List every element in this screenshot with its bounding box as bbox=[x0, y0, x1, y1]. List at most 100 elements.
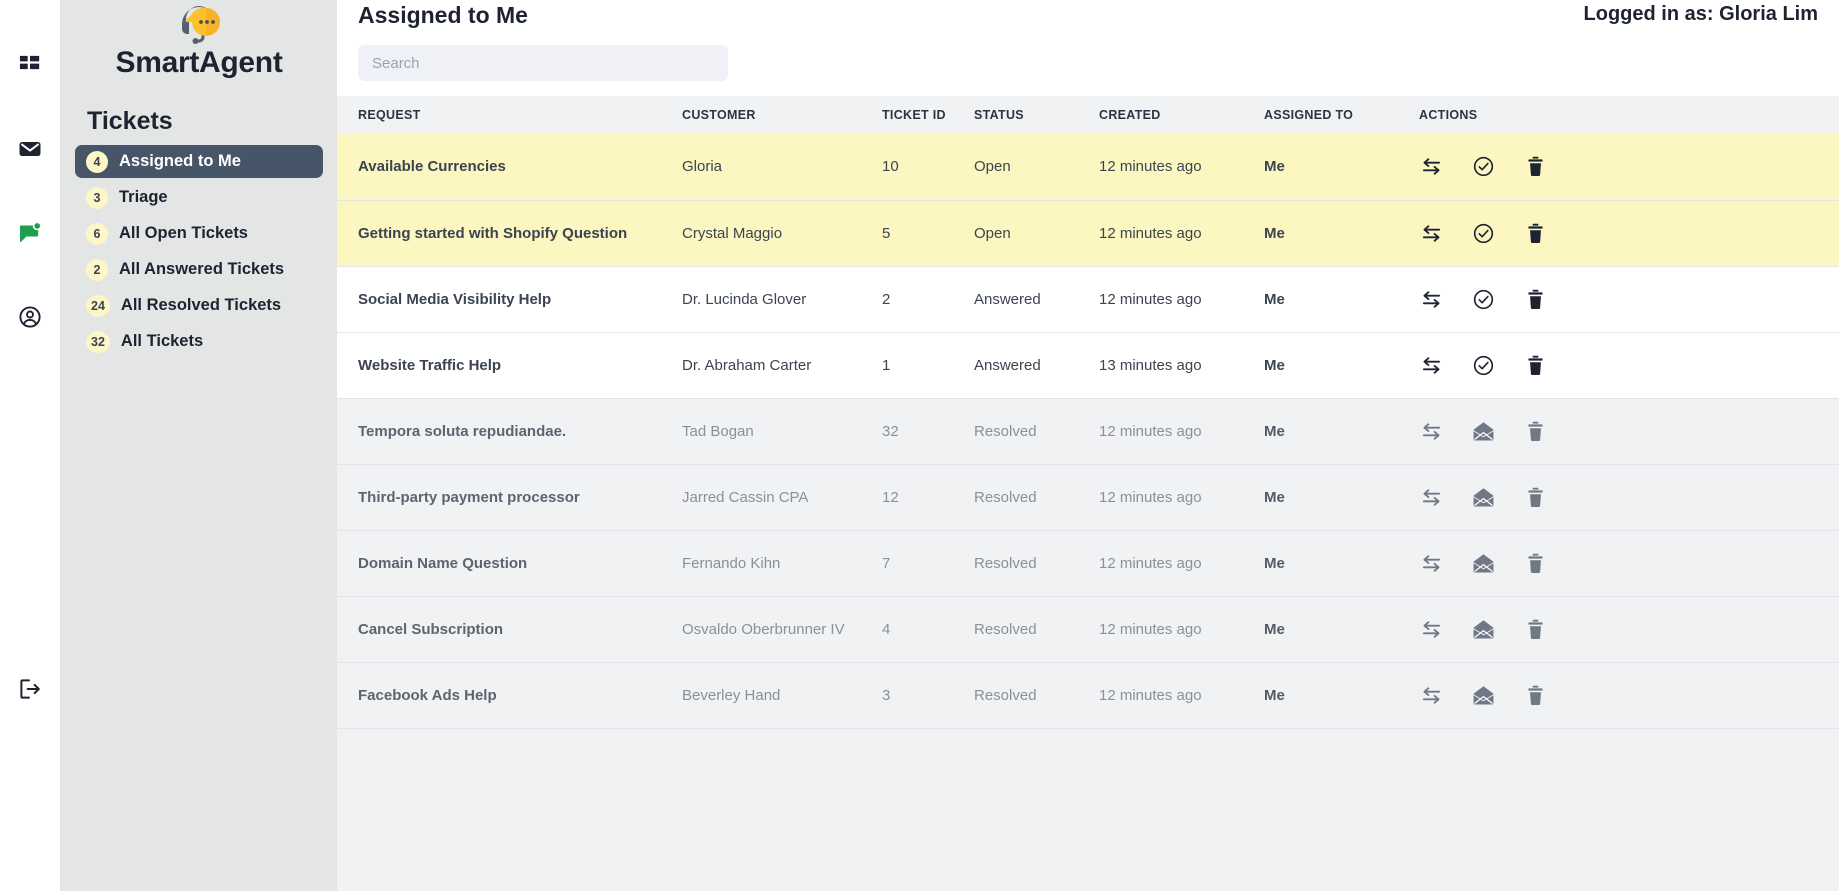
brand: SmartAgent bbox=[75, 0, 323, 80]
table-row[interactable]: Third-party payment processor Jarred Cass… bbox=[337, 464, 1839, 530]
reopen-envelope-icon[interactable] bbox=[1471, 683, 1495, 707]
tickets-table-body: Available Currencies Gloria 10 Open 12 minut… bbox=[337, 134, 1839, 891]
resolve-check-icon[interactable] bbox=[1471, 287, 1495, 311]
delete-trash-icon[interactable] bbox=[1523, 419, 1547, 443]
cell-actions bbox=[1419, 596, 1839, 662]
transfer-icon[interactable] bbox=[1419, 551, 1443, 575]
column-header-status[interactable]: STATUS bbox=[974, 96, 1099, 134]
search-input[interactable] bbox=[358, 45, 728, 81]
cell-assigned_to: Me bbox=[1264, 224, 1285, 242]
cell-created: 12 minutes ago bbox=[1099, 158, 1202, 176]
sidebar-badge-all-tickets: 32 bbox=[86, 330, 110, 353]
cell-status: Resolved bbox=[974, 422, 1037, 440]
transfer-icon[interactable] bbox=[1419, 155, 1443, 179]
reopen-envelope-icon[interactable] bbox=[1471, 617, 1495, 641]
cell-created: 13 minutes ago bbox=[1099, 356, 1202, 374]
column-header-assigned-to[interactable]: ASSIGNED TO bbox=[1264, 96, 1419, 134]
cell-ticket_id: 4 bbox=[882, 620, 891, 638]
delete-trash-icon[interactable] bbox=[1523, 155, 1547, 179]
transfer-icon[interactable] bbox=[1419, 221, 1443, 245]
cell-actions bbox=[1419, 464, 1839, 530]
table-row[interactable]: Facebook Ads Help Beverley Hand 3 Resolved 1… bbox=[337, 662, 1839, 728]
sidebar-item-all-answered-tickets[interactable]: 2 All Answered Tickets bbox=[75, 253, 323, 286]
transfer-icon[interactable] bbox=[1419, 617, 1443, 641]
reopen-envelope-icon[interactable] bbox=[1471, 551, 1495, 575]
cell-created: 12 minutes ago bbox=[1099, 290, 1202, 308]
cell-customer: Osvaldo Oberbrunner IV bbox=[682, 620, 845, 638]
cell-assigned_to: Me bbox=[1264, 422, 1285, 440]
cell-assigned_to: Me bbox=[1264, 356, 1285, 374]
transfer-icon[interactable] bbox=[1419, 353, 1443, 377]
row-actions bbox=[1419, 485, 1839, 509]
row-actions bbox=[1419, 683, 1839, 707]
sidebar-label-all-tickets: All Tickets bbox=[120, 332, 204, 350]
table-row[interactable]: Available Currencies Gloria 10 Open 12 minut… bbox=[337, 134, 1839, 200]
resolve-check-icon[interactable] bbox=[1471, 155, 1495, 179]
delete-trash-icon[interactable] bbox=[1523, 287, 1547, 311]
table-row[interactable]: Cancel Subscription Osvaldo Oberbrunner I… bbox=[337, 596, 1839, 662]
cell-ticket_id: 10 bbox=[882, 158, 899, 176]
table-row[interactable]: Website Traffic Help Dr. Abraham Carter 1 A… bbox=[337, 332, 1839, 398]
cell-request: Domain Name Question bbox=[358, 554, 528, 572]
cell-created: 12 minutes ago bbox=[1099, 686, 1202, 704]
sidebar-badge-assigned-to-me: 4 bbox=[86, 150, 108, 173]
cell-request: Facebook Ads Help bbox=[358, 686, 497, 704]
chat-icon[interactable] bbox=[10, 213, 50, 253]
cell-customer: Jarred Cassin CPA bbox=[682, 488, 809, 506]
logged-in-label: Logged in as: Gloria Lim bbox=[1583, 3, 1818, 25]
main-content: Assigned to Me Logged in as: Gloria Lim … bbox=[337, 0, 1839, 891]
cell-actions bbox=[1419, 662, 1839, 728]
brand-name: SmartAgent bbox=[115, 46, 283, 79]
delete-trash-icon[interactable] bbox=[1523, 617, 1547, 641]
transfer-icon[interactable] bbox=[1419, 485, 1443, 509]
cell-status: Resolved bbox=[974, 620, 1037, 638]
dashboard-icon[interactable] bbox=[10, 45, 50, 85]
column-header-created[interactable]: CREATED bbox=[1099, 96, 1264, 134]
cell-ticket_id: 32 bbox=[882, 422, 899, 440]
tickets-table-head: REQUEST CUSTOMER TICKET ID STATUS CREATE… bbox=[337, 96, 1839, 134]
column-header-customer[interactable]: CUSTOMER bbox=[682, 96, 882, 134]
row-actions bbox=[1419, 221, 1839, 245]
cell-customer: Beverley Hand bbox=[682, 686, 781, 704]
sidebar-item-all-open-tickets[interactable]: 6 All Open Tickets bbox=[75, 217, 323, 250]
column-header-request[interactable]: REQUEST bbox=[337, 96, 682, 134]
table-row[interactable]: Domain Name Question Fernando Kihn 7 Resolv… bbox=[337, 530, 1839, 596]
table-row[interactable]: Getting started with Shopify Question Cry… bbox=[337, 200, 1839, 266]
tickets-table: REQUEST CUSTOMER TICKET ID STATUS CREATE… bbox=[337, 96, 1839, 891]
cell-status: Answered bbox=[974, 290, 1041, 308]
cell-assigned_to: Me bbox=[1264, 620, 1285, 638]
delete-trash-icon[interactable] bbox=[1523, 485, 1547, 509]
cell-assigned_to: Me bbox=[1264, 686, 1285, 704]
account-icon[interactable] bbox=[10, 297, 50, 337]
icon-rail bbox=[0, 0, 61, 891]
delete-trash-icon[interactable] bbox=[1523, 683, 1547, 707]
resolve-check-icon[interactable] bbox=[1471, 221, 1495, 245]
resolve-check-icon[interactable] bbox=[1471, 353, 1495, 377]
cell-assigned_to: Me bbox=[1264, 554, 1285, 572]
cell-customer: Dr. Lucinda Glover bbox=[682, 290, 807, 308]
logout-icon[interactable] bbox=[10, 669, 50, 709]
delete-trash-icon[interactable] bbox=[1523, 221, 1547, 245]
delete-trash-icon[interactable] bbox=[1523, 353, 1547, 377]
row-actions bbox=[1419, 419, 1839, 443]
column-header-ticket-id[interactable]: TICKET ID bbox=[882, 96, 974, 134]
topbar: Assigned to Me Logged in as: Gloria Lim bbox=[337, 0, 1839, 34]
cell-status: Resolved bbox=[974, 554, 1037, 572]
table-row[interactable]: Tempora soluta repudiandae. Tad Bogan 32 Re… bbox=[337, 398, 1839, 464]
reopen-envelope-icon[interactable] bbox=[1471, 419, 1495, 443]
reopen-envelope-icon[interactable] bbox=[1471, 485, 1495, 509]
headset-chat-icon bbox=[75, 2, 323, 44]
transfer-icon[interactable] bbox=[1419, 287, 1443, 311]
delete-trash-icon[interactable] bbox=[1523, 551, 1547, 575]
transfer-icon[interactable] bbox=[1419, 683, 1443, 707]
sidebar-item-assigned-to-me[interactable]: 4 Assigned to Me bbox=[75, 145, 323, 178]
sidebar-item-all-tickets[interactable]: 32 All Tickets bbox=[75, 325, 323, 358]
table-row[interactable]: Social Media Visibility Help Dr. Lucinda … bbox=[337, 266, 1839, 332]
transfer-icon[interactable] bbox=[1419, 419, 1443, 443]
mail-icon[interactable] bbox=[10, 129, 50, 169]
table-filler bbox=[337, 728, 1839, 891]
cell-status: Open bbox=[974, 158, 1011, 176]
tickets-table-area: REQUEST CUSTOMER TICKET ID STATUS CREATE… bbox=[337, 96, 1839, 891]
sidebar-item-all-resolved-tickets[interactable]: 24 All Resolved Tickets bbox=[75, 289, 323, 322]
sidebar-item-triage[interactable]: 3 Triage bbox=[75, 181, 323, 214]
